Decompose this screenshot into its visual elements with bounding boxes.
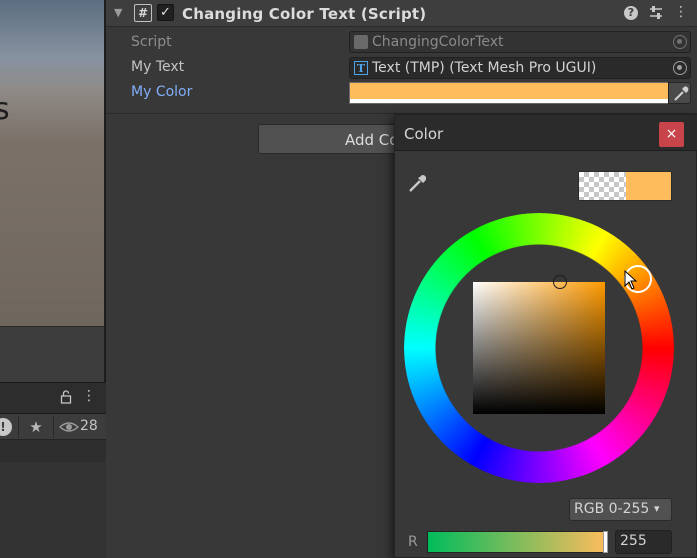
component-enabled-checkbox[interactable]: ✓	[157, 4, 174, 21]
add-component-button[interactable]: Add Component	[258, 124, 398, 154]
component-title: Changing Color Text (Script)	[182, 5, 427, 23]
toolbar-divider	[53, 416, 54, 438]
chevron-down-icon: ▾	[654, 502, 660, 515]
object-picker-icon[interactable]	[673, 61, 687, 75]
red-channel-slider-thumb[interactable]	[603, 531, 608, 553]
presets-icon[interactable]	[648, 4, 664, 22]
scene-bottom-area	[0, 326, 105, 382]
current-color-swatch	[626, 172, 671, 200]
my-text-label: My Text	[131, 59, 185, 75]
eyedropper-icon[interactable]	[406, 171, 430, 195]
eyedropper-icon	[674, 86, 689, 101]
red-channel-value: 255	[620, 533, 647, 549]
kebab-menu-icon[interactable]: ⋮	[82, 388, 96, 406]
saturation-value-square[interactable]	[473, 282, 605, 414]
star-icon[interactable]: ★	[27, 418, 45, 436]
my-text-field-value: Text (TMP) (Text Mesh Pro UGUI)	[372, 60, 597, 76]
color-mode-label: RGB 0-255	[574, 501, 650, 517]
my-text-object-field[interactable]: T Text (TMP) (Text Mesh Pro UGUI)	[349, 57, 691, 79]
project-row[interactable]	[0, 440, 106, 462]
lock-icon[interactable]	[60, 390, 72, 404]
add-component-label: Add Component	[345, 131, 398, 149]
mouse-cursor-icon	[624, 269, 638, 292]
script-field-value: ChangingColorText	[372, 34, 504, 50]
help-icon[interactable]: ?	[624, 6, 638, 20]
script-icon: #	[134, 4, 152, 22]
scene-view[interactable]	[0, 0, 105, 326]
object-picker-icon	[673, 35, 687, 49]
text-mesh-pro-icon: T	[354, 61, 368, 75]
foldout-arrow-icon[interactable]: ▼	[114, 6, 126, 20]
script-file-icon	[354, 35, 368, 49]
transparency-checker	[579, 172, 626, 200]
red-channel-label: R	[408, 534, 418, 550]
toolbar-divider	[18, 416, 19, 438]
close-button[interactable]: ×	[659, 122, 684, 147]
color-preview-swatch	[578, 171, 672, 201]
color-field-eyedropper-button[interactable]	[668, 82, 691, 104]
component-menu-icon[interactable]: ⋮	[674, 4, 688, 22]
script-object-field: ChangingColorText	[349, 31, 691, 53]
scene-text: s	[0, 92, 10, 127]
color-picker-title: Color	[404, 125, 444, 143]
my-color-label: My Color	[131, 84, 193, 100]
hidden-packages-count: 28	[80, 418, 98, 434]
eye-icon[interactable]	[58, 418, 80, 436]
red-channel-slider[interactable]	[427, 531, 608, 553]
script-label: Script	[131, 34, 172, 50]
color-alpha-bar	[350, 99, 668, 103]
saturation-value-handle[interactable]	[553, 275, 567, 289]
